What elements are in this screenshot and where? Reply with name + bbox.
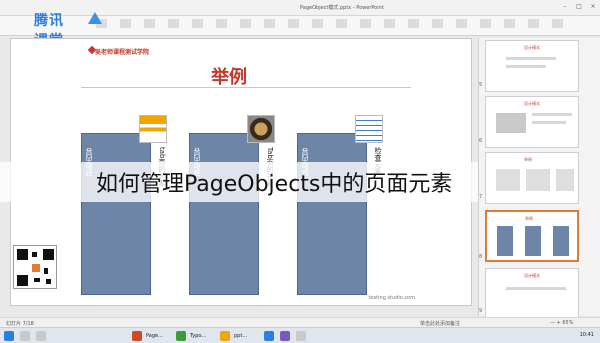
ribbon-tool-icon[interactable] xyxy=(432,19,443,28)
slide-thumbnail[interactable]: 设计模式 xyxy=(485,268,579,320)
ribbon-tool-icon[interactable] xyxy=(480,19,491,28)
ribbon-tool-icon[interactable] xyxy=(504,19,515,28)
slide-footer-note: testing studio.com xyxy=(368,295,415,301)
slide-thumbnail-panel[interactable]: 设计模式 5 设计模式 6 举例 7 举例 8 设计模式 9 xyxy=(478,38,600,320)
clock: 10:41 xyxy=(579,332,594,338)
zoom-control[interactable]: — + 65% xyxy=(550,320,573,326)
minimize-icon[interactable]: – xyxy=(560,3,570,11)
taskbar-item-label[interactable]: Page... xyxy=(146,333,163,339)
portrait-thumbnail xyxy=(247,115,275,143)
status-bar: 幻灯片 7/18 单击此处添加备注 — + 65% xyxy=(0,317,600,327)
slide-number: 8 xyxy=(479,254,483,260)
watermark-logo: 腾讯课堂 xyxy=(4,8,74,49)
slide-number: 7 xyxy=(479,194,483,200)
slide-thumbnail-active[interactable]: 举例 xyxy=(485,210,579,262)
logo-play-icon xyxy=(88,12,102,24)
ribbon-tool-icon[interactable] xyxy=(288,19,299,28)
video-caption: 如何管理PageObjects中的页面元素 xyxy=(96,172,453,197)
ribbon-tool-icon[interactable] xyxy=(216,19,227,28)
taskbar-item-label[interactable]: ppt... xyxy=(234,333,247,339)
ribbon-tool-icon[interactable] xyxy=(384,19,395,28)
app-icon[interactable] xyxy=(296,331,306,341)
folder-icon[interactable] xyxy=(220,331,230,341)
ribbon-tool-icon[interactable] xyxy=(120,19,131,28)
slide-thumbnail[interactable]: 举例 xyxy=(485,152,579,204)
slide-counter: 幻灯片 7/18 xyxy=(6,321,34,327)
taskbar-item-label[interactable]: Typo... xyxy=(190,333,206,339)
app-icon[interactable] xyxy=(280,331,290,341)
slide-title: 举例 xyxy=(211,67,247,88)
ribbon-tool-icon[interactable] xyxy=(168,19,179,28)
content-card[interactable]: 获取内容 xyxy=(189,133,259,295)
slide-number: 5 xyxy=(479,82,483,88)
title-divider xyxy=(81,87,411,88)
close-icon[interactable]: × xyxy=(588,3,598,11)
content-card[interactable]: 获取内容 xyxy=(81,133,151,295)
qr-code xyxy=(13,245,57,289)
start-icon[interactable] xyxy=(4,331,14,341)
maximize-icon[interactable]: □ xyxy=(574,3,584,11)
ribbon-tool-icon[interactable] xyxy=(240,19,251,28)
ribbon-tool-icon[interactable] xyxy=(408,19,419,28)
ribbon-tool-icon[interactable] xyxy=(192,19,203,28)
ribbon-tool-icon[interactable] xyxy=(456,19,467,28)
window-title: PageObject模式.pptx - PowerPoint xyxy=(300,5,384,11)
ribbon-tool-icon[interactable] xyxy=(528,19,539,28)
ribbon-tool-icon[interactable] xyxy=(360,19,371,28)
browser-icon[interactable] xyxy=(264,331,274,341)
ribbon-tool-icon[interactable] xyxy=(264,19,275,28)
slide-number: 9 xyxy=(479,308,483,314)
ribbon-tool-icon[interactable] xyxy=(144,19,155,28)
screenshot-thumbnail xyxy=(139,115,167,143)
slide-brand: 吴老师课程测试学院 xyxy=(95,49,150,56)
slide-number: 6 xyxy=(479,138,483,144)
app-icon[interactable] xyxy=(176,331,186,341)
list-thumbnail xyxy=(355,115,383,143)
slide-thumbnail[interactable]: 设计模式 xyxy=(485,96,579,148)
notes-hint[interactable]: 单击此处添加备注 xyxy=(420,320,460,327)
search-icon[interactable] xyxy=(20,331,30,341)
content-card[interactable]: 获取内容 xyxy=(297,133,367,295)
slide-thumbnail[interactable]: 设计模式 xyxy=(485,40,579,92)
ribbon-tool-icon[interactable] xyxy=(336,19,347,28)
powerpoint-icon[interactable] xyxy=(132,331,142,341)
taskbar: Page... Typo... ppt... 10:41 xyxy=(0,327,600,343)
ribbon-tool-icon[interactable] xyxy=(312,19,323,28)
task-view-icon[interactable] xyxy=(36,331,46,341)
ribbon-tool-icon[interactable] xyxy=(552,19,563,28)
